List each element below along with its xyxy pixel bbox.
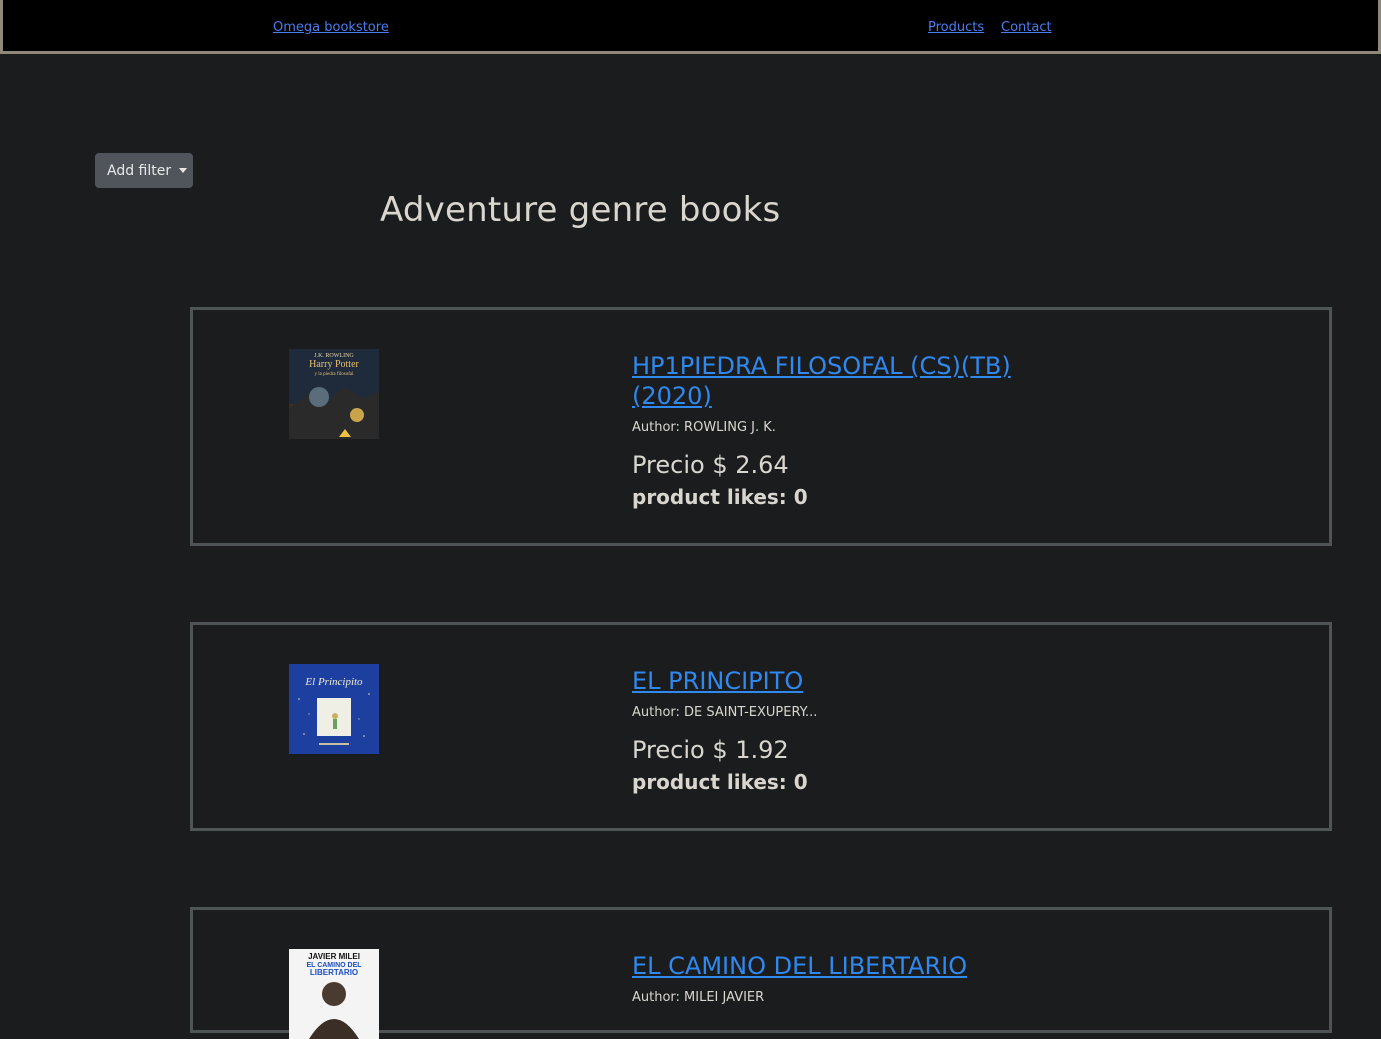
cover-title-text: Harry Potter — [309, 359, 359, 370]
page-title: Adventure genre books — [380, 190, 781, 230]
cover-subtitle-text: y la piedra filosofal — [314, 372, 354, 377]
product-info: HP1PIEDRA FILOSOFAL (CS)(TB)(2020) Autho… — [632, 351, 1052, 509]
cover-subtitle-text: LIBERTARIO — [310, 968, 358, 977]
product-price: Precio $ 1.92 — [632, 736, 789, 764]
top-navbar: Omega bookstore Products Contact — [0, 0, 1381, 54]
product-title-link[interactable]: EL PRINCIPITO — [632, 666, 1052, 696]
product-card: JAVIER MILEI EL CAMINO DEL LIBERTARIO EL… — [190, 907, 1332, 1039]
product-price: Precio $ 2.64 — [632, 451, 789, 479]
product-likes: product likes: 0 — [632, 485, 808, 509]
book-cover-image[interactable]: El Principito — [289, 664, 379, 754]
product-author: Author: DE SAINT-EXUPERY... — [632, 705, 818, 720]
product-author: Author: ROWLING J. K. — [632, 420, 776, 435]
cover-title-text: El Principito — [304, 676, 363, 688]
add-filter-button[interactable]: Add filter — [95, 153, 193, 188]
brand-link[interactable]: Omega bookstore — [273, 20, 389, 35]
caret-down-icon — [179, 168, 188, 173]
nav-link-contact[interactable]: Contact — [1001, 20, 1052, 35]
product-likes: product likes: 0 — [632, 770, 808, 794]
add-filter-label: Add filter — [107, 162, 172, 179]
nav-link-products[interactable]: Products — [928, 20, 984, 35]
product-title-link[interactable]: HP1PIEDRA FILOSOFAL (CS)(TB)(2020) — [632, 351, 1052, 411]
cover-author-text: JAVIER MILEI — [308, 952, 360, 961]
product-title-link[interactable]: EL CAMINO DEL LIBERTARIO — [632, 951, 1052, 981]
product-card: El Principito EL PRINCIPITO Author: DE S… — [190, 622, 1332, 831]
product-card: J.K. ROWLING Harry Potter y la piedra fi… — [190, 307, 1332, 546]
book-cover-image[interactable]: J.K. ROWLING Harry Potter y la piedra fi… — [289, 349, 379, 439]
product-info: EL PRINCIPITO Author: DE SAINT-EXUPERY..… — [632, 666, 1052, 794]
product-info: EL CAMINO DEL LIBERTARIO Author: MILEI J… — [632, 951, 1052, 1005]
book-cover-image[interactable]: JAVIER MILEI EL CAMINO DEL LIBERTARIO — [289, 949, 379, 1039]
